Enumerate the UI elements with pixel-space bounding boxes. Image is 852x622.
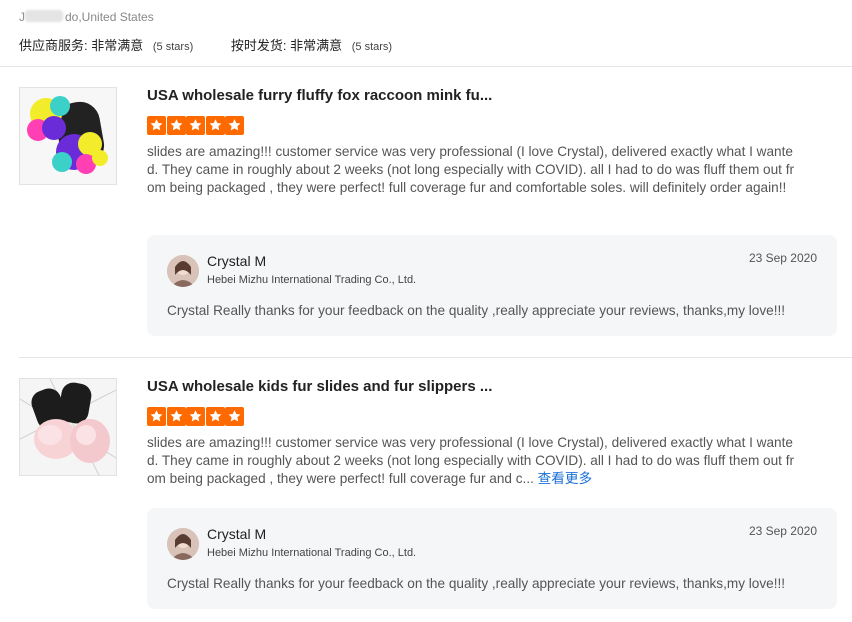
review-body: slides are amazing!!! customer service w… [147,435,795,486]
star-icon [225,407,244,426]
star-rating [147,407,245,427]
see-more-link[interactable]: 查看更多 [538,471,592,486]
review-text: slides are amazing!!! customer service w… [147,143,799,197]
seller-reply: Crystal M Hebei Mizhu International Trad… [147,235,837,336]
star-icon [166,407,186,426]
seller-reply: Crystal M Hebei Mizhu International Trad… [147,508,837,609]
reply-author-name: Crystal M [207,253,267,269]
reply-company: Hebei Mizhu International Trading Co., L… [207,274,417,286]
ontime-delivery-rating: 按时发货: 非常满意 (5 stars) [231,35,392,54]
review-body: slides are amazing!!! customer service w… [147,144,795,195]
reviewer-location: Jdo,United States [19,10,154,24]
supplier-service-label: 供应商服务: [19,38,88,53]
product-thumbnail[interactable] [19,378,117,476]
star-icon [147,116,166,135]
reply-date: 23 Sep 2020 [748,251,817,265]
star-icon [147,407,166,426]
reply-message: Crystal Really thanks for your feedback … [167,303,786,318]
fur-slides-image [20,88,116,184]
star-icon [205,116,225,135]
supplier-service-stars: (5 stars) [152,41,194,53]
product-title[interactable]: USA wholesale furry fluffy fox raccoon m… [147,87,492,104]
supplier-service-rating: 供应商服务: 非常满意 (5 stars) [19,35,193,54]
reviewer-name-blur [25,10,63,22]
ontime-delivery-label: 按时发货: [230,38,287,53]
fur-slides-image [20,379,116,475]
avatar [167,255,199,287]
divider [0,66,852,67]
ontime-delivery-value: 非常满意 [290,38,343,53]
product-thumbnail[interactable] [19,87,117,185]
star-rating [147,116,245,136]
reply-message: Crystal Really thanks for your feedback … [167,576,786,591]
star-icon [205,407,225,426]
reply-author-name: Crystal M [207,526,267,542]
divider [19,357,852,358]
product-title[interactable]: USA wholesale kids fur slides and fur sl… [147,378,492,395]
star-icon [225,116,244,135]
ontime-delivery-stars: (5 stars) [351,41,393,53]
avatar [167,528,199,560]
star-icon [186,116,205,135]
review-text: slides are amazing!!! customer service w… [147,434,799,488]
reviewer-name-rest: do,United States [65,10,154,24]
reply-date: 23 Sep 2020 [748,524,817,538]
supplier-service-value: 非常满意 [91,38,144,53]
supplier-ratings: 供应商服务: 非常满意 (5 stars) 按时发货: 非常满意 (5 star… [19,35,426,54]
star-icon [166,116,186,135]
star-icon [186,407,205,426]
reply-company: Hebei Mizhu International Trading Co., L… [207,547,417,559]
